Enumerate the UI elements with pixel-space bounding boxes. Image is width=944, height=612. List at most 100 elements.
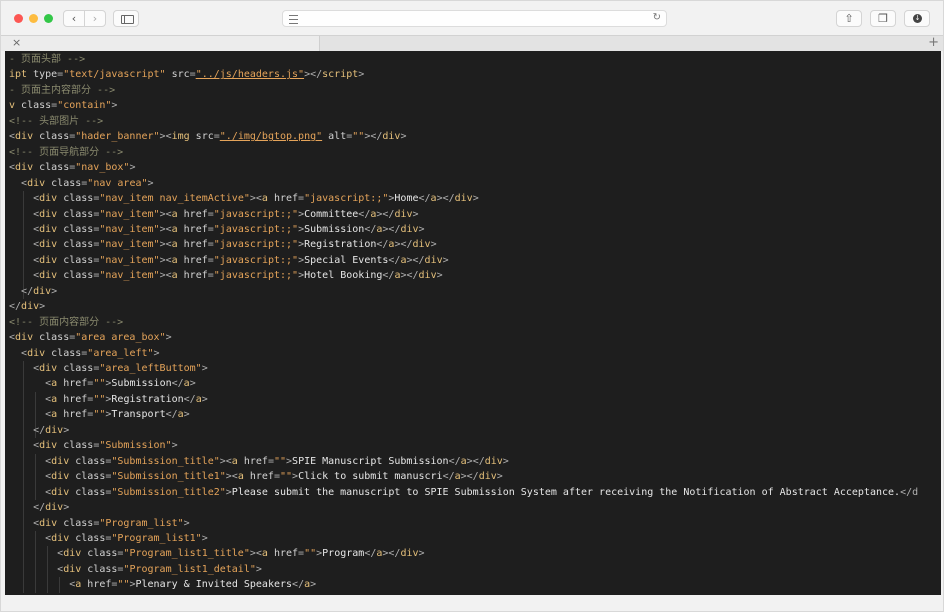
address-input[interactable] <box>305 12 639 27</box>
code-token-tag: div <box>51 532 70 544</box>
code-editor[interactable]: - 页面头部 --> ipt type="text/javascript" src… <box>5 51 941 595</box>
code-token-string: "./img/bgtop.png" <box>219 131 323 143</box>
code-token-string: "nav_item" <box>99 239 160 251</box>
tabs-overview-icon[interactable]: ❐ <box>870 10 896 27</box>
code-token-tag: div <box>21 301 40 313</box>
tab-current[interactable]: × <box>1 36 320 51</box>
code-token-string: "" <box>93 409 106 421</box>
code-token-punct: > <box>201 393 208 405</box>
code-token-punct: > <box>189 378 196 390</box>
code-token-punct: ></ <box>364 131 383 143</box>
code-token-string: "Submission_title" <box>111 455 220 467</box>
reload-icon[interactable]: ↻ <box>653 12 661 23</box>
code-token-string: "javascript:;" <box>213 208 299 220</box>
code-line: <a href="">Transport</a> <box>9 407 190 422</box>
code-token-string: "Program_list1" <box>111 532 202 544</box>
code-token-punct: ></ <box>382 223 401 235</box>
code-token-punct: > <box>39 301 46 313</box>
code-token-string: "Submission_title1" <box>111 471 226 483</box>
code-line: <div class="nav_item"><a href="javascrip… <box>9 207 419 222</box>
code-token-tag: div <box>39 208 58 220</box>
code-token-punct: > <box>51 285 58 297</box>
code-token-tag: div <box>39 270 58 282</box>
address-bar[interactable]: ↻ <box>282 10 667 27</box>
code-line: <div class="area area_box"> <box>9 330 172 345</box>
reader-menu-icon[interactable] <box>289 15 298 24</box>
code-token-tag: div <box>15 131 34 143</box>
code-token-comment: <!-- 页面内容部分 --> <box>9 316 124 328</box>
code-token-attr: class <box>15 100 52 112</box>
code-token-punct: >< <box>159 254 172 266</box>
plus-icon[interactable]: + <box>928 35 939 50</box>
zoom-window-button[interactable] <box>44 14 53 23</box>
share-icon[interactable]: ⇧ <box>836 10 862 27</box>
code-token-punct: > <box>472 193 479 205</box>
code-token-attr: class <box>57 440 94 452</box>
code-token-punct: </ <box>358 208 371 220</box>
sidebar-box-shape <box>121 15 134 24</box>
code-token-punct: > <box>412 208 419 220</box>
code-token-punct: >< <box>219 455 232 467</box>
code-token-string: "javascript:;" <box>213 223 299 235</box>
code-token-attr: class <box>69 532 106 544</box>
code-line: <div class="Program_list"> <box>9 516 190 531</box>
code-token-punct: > <box>436 270 443 282</box>
code-token-punct: >< <box>159 239 172 251</box>
close-icon[interactable]: × <box>12 36 21 49</box>
code-token-punct: > <box>255 563 262 575</box>
code-token-punct: > <box>418 548 425 560</box>
code-token-comment: <!-- 页面导航部分 --> <box>9 146 124 158</box>
code-token-punct: </ <box>364 548 377 560</box>
code-token-punct: > <box>183 409 190 421</box>
code-token-text: Submission <box>304 223 365 235</box>
code-line: <a href="">Plenary & Invited Speakers</a… <box>9 577 316 592</box>
code-token-punct: </ <box>33 502 46 514</box>
code-token-attr: class <box>69 471 106 483</box>
code-line: - 页面头部 --> <box>9 52 85 67</box>
code-token-tag: div <box>400 223 419 235</box>
code-token-attr: href <box>267 548 299 560</box>
chevron-left-icon[interactable]: ‹ <box>63 10 85 27</box>
code-token-punct: ></ <box>460 471 479 483</box>
download-icon[interactable]: ↓ <box>904 10 930 27</box>
code-line: <div class="Program_list1"> <box>9 531 208 546</box>
code-token-attr: src <box>165 69 190 81</box>
code-line: <div class="nav_box"> <box>9 160 135 175</box>
code-token-tag: div <box>45 424 64 436</box>
code-line: <div class="Program_list1_title"><a href… <box>9 546 425 561</box>
code-line: - 页面主内容部分 --> <box>9 83 115 98</box>
code-token-attr: type <box>27 69 58 81</box>
minimize-window-button[interactable] <box>29 14 38 23</box>
code-token-text: Home <box>394 193 419 205</box>
code-token-string: "nav_box" <box>75 162 130 174</box>
code-token-punct: >< <box>249 193 262 205</box>
code-token-string: "area area_box" <box>75 332 166 344</box>
browser-window: ‹ › ↻ ⇧ ❐ ↓ × + - 页面头部 --> ipt type="text… <box>0 0 944 612</box>
chevron-right-icon[interactable]: › <box>84 10 106 27</box>
code-token-string: "javascript:;" <box>213 254 299 266</box>
code-token-tag: div <box>33 285 52 297</box>
code-token-attr: href <box>243 471 274 483</box>
code-line: <!-- 头部图片 --> <box>9 114 103 129</box>
code-token-text: Please submit the manuscript to SPIE Sub… <box>231 486 901 498</box>
code-line: </div> <box>9 299 45 314</box>
code-token-string: "text/javascript" <box>63 69 166 81</box>
code-token-tag: div <box>51 471 70 483</box>
code-line: <div class="area_left"> <box>9 346 160 361</box>
code-token-tag: div <box>39 254 58 266</box>
code-token-attr: class <box>57 223 94 235</box>
sidebar-icon[interactable] <box>113 10 139 27</box>
close-window-button[interactable] <box>14 14 23 23</box>
code-line: <div class="Submission_title"><a href=""… <box>9 454 509 469</box>
code-token-attr: class <box>33 131 70 143</box>
code-token-string: "Program_list" <box>99 517 184 529</box>
code-token-punct: ></ <box>394 239 413 251</box>
code-line: <div class="nav_item"><a href="javascrip… <box>9 222 424 237</box>
